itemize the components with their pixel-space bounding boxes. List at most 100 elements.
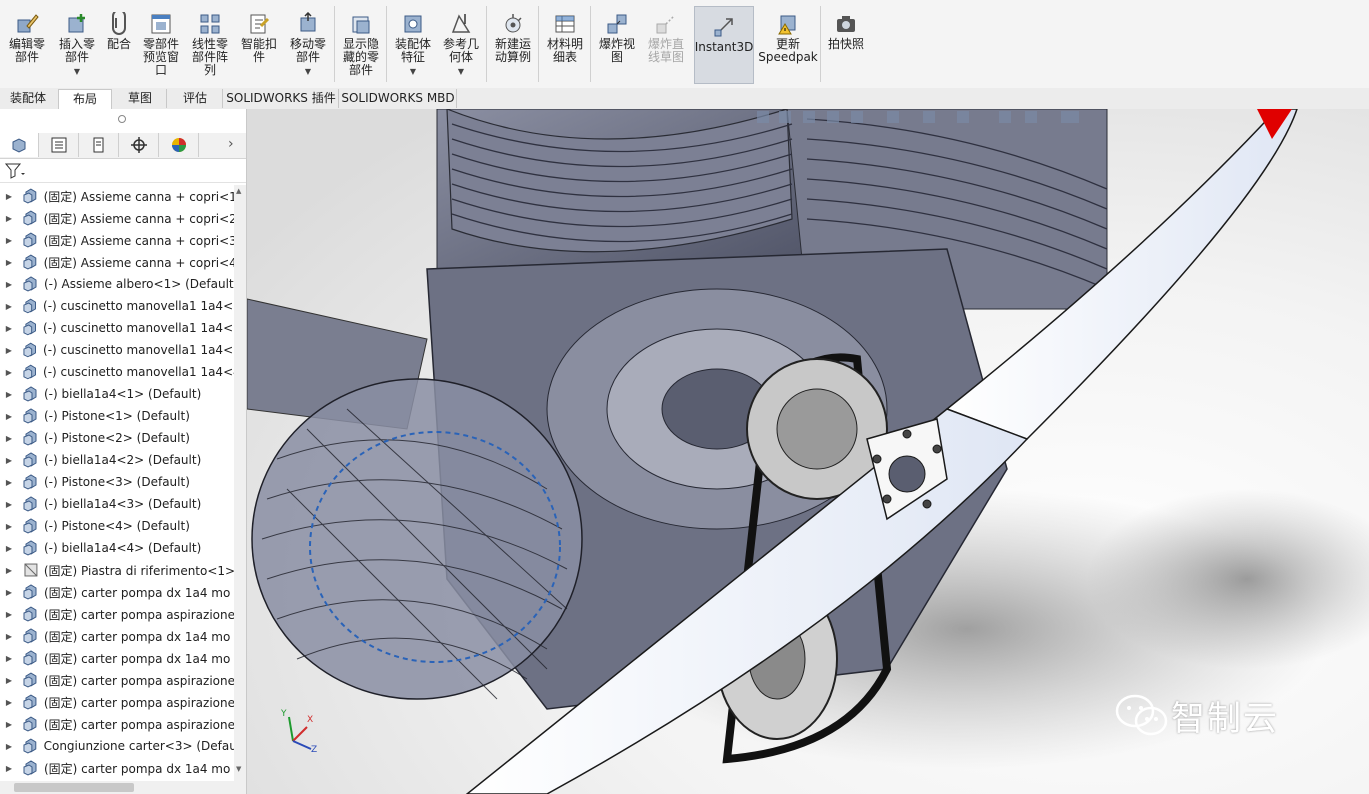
- expand-arrow-icon[interactable]: ▶: [4, 676, 14, 685]
- explode-line-sketch-button[interactable]: 爆炸直 线草图: [642, 4, 690, 84]
- scroll-up-icon[interactable]: ▲: [236, 187, 244, 195]
- expand-arrow-icon[interactable]: ▶: [4, 522, 14, 531]
- chevron-down-icon[interactable]: ▼: [410, 65, 416, 78]
- scroll-thumb[interactable]: [14, 783, 134, 792]
- tree-vertical-scrollbar[interactable]: ▲ ▼: [234, 185, 246, 781]
- tree-item-label: (-) cuscinetto manovella1 1a4<1: [43, 299, 234, 313]
- tree-item[interactable]: ▶ (-) cuscinetto manovella1 1a4<4: [0, 361, 234, 383]
- tab-layout[interactable]: 布局: [58, 89, 112, 109]
- exploded-view-button[interactable]: 爆炸视 图: [594, 4, 640, 84]
- insert-components-button[interactable]: 插入零 部件 ▼: [54, 4, 100, 84]
- expand-arrow-icon[interactable]: ▶: [4, 390, 14, 399]
- bill-of-materials-button[interactable]: 材料明 细表: [542, 4, 588, 84]
- update-speedpak-button[interactable]: 更新 Speedpak: [758, 4, 818, 84]
- tree-item[interactable]: ▶ (-) Assieme albero<1> (Default: [0, 273, 234, 295]
- tree-item-label: (-) Pistone<2> (Default): [44, 431, 190, 445]
- tree-item[interactable]: ▶ (固定) carter pompa aspirazione: [0, 603, 234, 625]
- tree-item[interactable]: ▶ (固定) carter pompa aspirazione: [0, 713, 234, 735]
- expand-arrow-icon[interactable]: ▶: [4, 368, 14, 377]
- tree-item[interactable]: ▶ (固定) Assieme canna + copri<1: [0, 185, 234, 207]
- tab-assembly[interactable]: 装配体: [2, 89, 54, 108]
- expand-arrow-icon[interactable]: ▶: [4, 434, 14, 443]
- expand-arrow-icon[interactable]: ▶: [4, 588, 14, 597]
- assembly-features-button[interactable]: 装配体 特征 ▼: [390, 4, 436, 84]
- expand-arrow-icon[interactable]: ▶: [4, 742, 14, 751]
- expand-arrow-icon[interactable]: ▶: [4, 764, 14, 773]
- instant3d-button[interactable]: Instant3D: [694, 6, 754, 84]
- new-motion-study-button[interactable]: 新建运 动算例: [490, 4, 536, 84]
- chevron-right-icon[interactable]: ›: [228, 136, 234, 152]
- show-hidden-components-button[interactable]: 显示隐 藏的零 部件: [338, 4, 384, 84]
- reference-geometry-button[interactable]: 参考几 何体 ▼: [438, 4, 484, 84]
- expand-arrow-icon[interactable]: ▶: [4, 610, 14, 619]
- watermark: 智制云: [1115, 691, 1279, 740]
- chevron-down-icon[interactable]: ▼: [458, 65, 464, 78]
- tree-item[interactable]: ▶ (固定) carter pompa aspirazione: [0, 669, 234, 691]
- tree-item[interactable]: ▶ (-) Pistone<1> (Default): [0, 405, 234, 427]
- tab-evaluate[interactable]: 评估: [168, 89, 223, 108]
- tree-item[interactable]: ▶ (-) cuscinetto manovella1 1a4<1: [0, 295, 234, 317]
- tree-item[interactable]: ▶ (-) cuscinetto manovella1 1a4<2: [0, 317, 234, 339]
- take-snapshot-button[interactable]: 拍快照: [824, 4, 868, 84]
- expand-arrow-icon[interactable]: ▶: [4, 192, 14, 201]
- expand-arrow-icon[interactable]: ▶: [4, 632, 14, 641]
- tree-item[interactable]: ▶ (-) cuscinetto manovella1 1a4<3: [0, 339, 234, 361]
- tree-item[interactable]: ▶ (固定) carter pompa aspirazione: [0, 691, 234, 713]
- tree-item[interactable]: ▶ (-) biella1a4<4> (Default): [0, 537, 234, 559]
- tree-item[interactable]: ▶ (-) biella1a4<3> (Default): [0, 493, 234, 515]
- expand-arrow-icon[interactable]: ▶: [4, 258, 14, 267]
- expand-arrow-icon[interactable]: ▶: [4, 654, 14, 663]
- tree-item[interactable]: ▶ (固定) Assieme canna + copri<3: [0, 229, 234, 251]
- tab-display-manager[interactable]: [160, 133, 199, 157]
- tree-item[interactable]: ▶ (-) biella1a4<2> (Default): [0, 449, 234, 471]
- tree-item[interactable]: ▶ (固定) carter pompa dx 1a4 mo: [0, 757, 234, 779]
- expand-arrow-icon[interactable]: ▶: [4, 280, 14, 289]
- tree-item[interactable]: ▶ (-) Pistone<4> (Default): [0, 515, 234, 537]
- subassembly-icon: [23, 232, 37, 248]
- tab-sketch[interactable]: 草图: [114, 89, 167, 108]
- expand-arrow-icon[interactable]: ▶: [4, 720, 14, 729]
- chevron-down-icon[interactable]: ▼: [74, 65, 80, 78]
- tree-item[interactable]: ▶ (-) Pistone<3> (Default): [0, 471, 234, 493]
- tree-item[interactable]: ▶ (-) Pistone<2> (Default): [0, 427, 234, 449]
- expand-arrow-icon[interactable]: ▶: [4, 698, 14, 707]
- tree-item[interactable]: ▶ (固定) carter pompa dx 1a4 mo: [0, 581, 234, 603]
- smart-fasteners-button[interactable]: 智能扣 件: [236, 4, 282, 84]
- expand-arrow-icon[interactable]: ▶: [4, 456, 14, 465]
- tab-property-manager[interactable]: [40, 133, 79, 157]
- edit-part-button[interactable]: 编辑零 部件: [4, 4, 50, 84]
- component-preview-button[interactable]: 零部件 预览窗 口: [138, 4, 184, 84]
- tree-item[interactable]: ▶ (固定) carter pompa dx 1a4 mo: [0, 647, 234, 669]
- expand-arrow-icon[interactable]: ▶: [4, 236, 14, 245]
- tree-item-label: (固定) Assieme canna + copri<2: [43, 211, 234, 226]
- panel-splitter-handle[interactable]: [118, 115, 126, 123]
- expand-arrow-icon[interactable]: ▶: [4, 500, 14, 509]
- tab-configuration-manager[interactable]: [80, 133, 119, 157]
- linear-pattern-button[interactable]: 线性零 部件阵 列: [186, 4, 234, 84]
- expand-arrow-icon[interactable]: ▶: [4, 478, 14, 487]
- tab-solidworks-mbd[interactable]: SOLIDWORKS MBD: [340, 89, 457, 108]
- tab-solidworks-addins[interactable]: SOLIDWORKS 插件: [224, 89, 339, 108]
- tree-item[interactable]: ▶ Congiunzione carter<3> (Defau: [0, 735, 234, 757]
- tree-item[interactable]: ▶ (固定) Piastra di riferimento<1>: [0, 559, 234, 581]
- tab-feature-manager[interactable]: [0, 133, 39, 157]
- expand-arrow-icon[interactable]: ▶: [4, 302, 14, 311]
- tree-horizontal-scrollbar[interactable]: [0, 781, 246, 794]
- expand-arrow-icon[interactable]: ▶: [4, 566, 14, 575]
- move-component-button[interactable]: 移动零 部件 ▼: [284, 4, 332, 84]
- expand-arrow-icon[interactable]: ▶: [4, 412, 14, 421]
- tree-item[interactable]: ▶ (固定) carter pompa dx 1a4 mo: [0, 625, 234, 647]
- graphics-viewport[interactable]: Y X Z 智制云: [247, 109, 1369, 794]
- chevron-down-icon[interactable]: ▼: [305, 65, 311, 78]
- tree-item[interactable]: ▶ (固定) Assieme canna + copri<4: [0, 251, 234, 273]
- expand-arrow-icon[interactable]: ▶: [4, 544, 14, 553]
- tree-item[interactable]: ▶ (固定) Assieme canna + copri<2: [0, 207, 234, 229]
- tab-dimxpert-manager[interactable]: [120, 133, 159, 157]
- expand-arrow-icon[interactable]: ▶: [4, 346, 14, 355]
- mate-button[interactable]: 配合: [102, 4, 136, 84]
- filter-icon[interactable]: [5, 163, 25, 179]
- expand-arrow-icon[interactable]: ▶: [4, 214, 14, 223]
- scroll-down-icon[interactable]: ▼: [236, 765, 244, 773]
- expand-arrow-icon[interactable]: ▶: [4, 324, 14, 333]
- tree-item[interactable]: ▶ (-) biella1a4<1> (Default): [0, 383, 234, 405]
